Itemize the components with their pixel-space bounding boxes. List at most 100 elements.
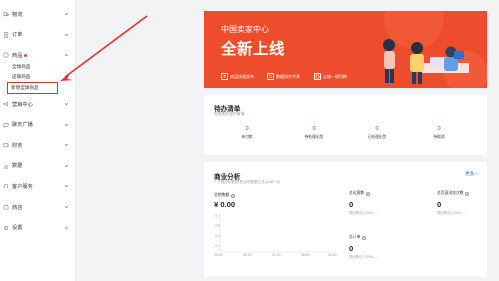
help-icon[interactable]: ? [365,191,370,196]
sidebar-item-finance[interactable]: 财务 [0,135,75,156]
store-switch-icon [314,73,321,80]
order-icon [3,32,9,38]
y-tick: 0.7 [215,214,220,218]
business-subtitle: > 下载分析数据 的实时数据汇总 (GMT+8) [214,180,281,184]
compare-dash: — [374,255,378,259]
orders-label: 总订单? [349,235,366,240]
chat-icon [3,122,9,128]
todo-card: 待办清单 您需要处理的事情 0 未付款 0 待处理出货 0 已处理出货 0 待取… [204,95,487,155]
compare-dash: — [374,211,378,215]
chevron-down-icon [64,225,69,230]
x-tick: 12:00 [272,253,281,257]
gear-icon [3,225,9,231]
x-tick: 18:00 [301,253,310,257]
sidebar-subitem-shop-products[interactable]: 店铺商品 [0,72,75,82]
y-tick: 0.1 [215,244,220,248]
chevron-down-icon [64,205,69,210]
orders-label-text: 总订单 [349,235,361,239]
wallet-icon [3,142,9,148]
todo-value: 0 [437,126,441,132]
upload-icon [221,73,228,80]
sales-label: 总销售额? [214,193,235,198]
chevron-down-icon [64,32,69,37]
sales-value: ¥ 0.00 [214,200,236,209]
todo-label: 已处理出货 [367,135,387,139]
notification-dot [24,53,28,57]
sidebar-item-settings[interactable]: 设置 [0,217,75,238]
chevron-down-icon [64,122,69,127]
sidebar-subitem-global-products[interactable]: 全球商品 [0,62,75,72]
todo-to-ship[interactable]: 0 待处理出货 [284,126,344,140]
sidebar-item-data[interactable]: 数据 [0,156,75,177]
todo-unpaid[interactable]: 0 未付款 [217,126,277,140]
sales-chart [219,214,336,253]
chevron-down-icon [64,184,69,189]
sidebar-item-label: 财务 [12,142,23,149]
todo-value: 0 [245,126,249,132]
sidebar-subitem-add-global-product[interactable]: 新增全球商品 [7,81,58,94]
chevron-down-icon [64,163,69,168]
sidebar-item-label: 聊天广播 [12,122,33,129]
sidebar-item-store[interactable]: 商店 [0,197,75,218]
promo-banner[interactable]: 中国卖家中心 全新上线 商品快速发布 数据同步共享 店铺一键切换 [204,11,487,88]
visitors-label-text: 总访客数 [349,191,365,195]
views-label: 总页面浏览次数? [437,191,470,196]
sidebar-item-label: 物流 [12,11,23,18]
sidebar-item-label: 订单 [12,32,23,39]
help-icon[interactable]: ? [465,191,470,196]
orders-compare: 同比昨日 0.00% — [349,254,377,259]
x-tick: 24:00 [328,253,337,257]
sidebar-item-label: 数据 [12,163,23,170]
todo-label: 待取消 [433,135,445,139]
more-link[interactable]: 更多 › [465,171,477,177]
compare-text: 同比昨日 0.00% [349,211,374,215]
views-value: 0 [437,200,442,209]
orders-value: 0 [349,244,354,253]
todo-subtitle: 您需要处理的事情 [214,112,245,116]
visitors-value: 0 [349,200,354,209]
feature-label: 数据同步共享 [276,73,300,79]
help-icon[interactable]: ? [361,235,366,240]
feature-label: 商品快速发布 [230,73,254,79]
feature-label: 店铺一键切换 [323,73,347,79]
box-icon [3,52,9,59]
sidebar-item-orders[interactable]: 订单 [0,25,75,46]
sidebar-item-chat-broadcast[interactable]: 聊天广播 [0,114,75,135]
sidebar-item-logistics[interactable]: 物流 [0,4,75,25]
todo-value: 0 [375,126,379,132]
sidebar-item-label: 商店 [12,204,23,211]
views-compare: 同比昨日 0.00% — [437,210,465,215]
compare-dash: — [462,211,466,215]
sidebar-item-marketing[interactable]: 营销中心 [0,94,75,115]
sync-icon [267,73,274,80]
banner-title: 全新上线 [221,41,286,58]
y-tick: 0.3 [215,234,220,238]
x-tick: 00:00 [214,253,223,257]
feature-data-sync: 数据同步共享 [267,73,300,80]
store-icon [3,204,9,210]
truck-icon [3,11,9,17]
megaphone-icon [3,101,9,107]
business-analysis-card: 商业分析 更多 › > 下载分析数据 的实时数据汇总 (GMT+8) 总销售额?… [204,162,487,277]
chevron-down-icon [64,102,69,107]
sidebar-item-customer-service[interactable]: 客户服务 [0,176,75,197]
feature-quick-publish: 商品快速发布 [221,73,254,80]
compare-text: 同比昨日 0.00% [349,255,374,259]
sidebar-item-label: 营销中心 [12,101,33,108]
todo-shipped[interactable]: 0 已处理出货 [347,126,407,140]
todo-label: 待处理出货 [304,135,324,139]
more-label: 更多 [464,171,475,176]
chevron-down-icon [64,143,69,148]
chevron-up-icon [64,53,69,58]
chevron-down-icon [64,12,69,17]
help-icon[interactable]: ? [230,193,235,198]
views-label-text: 总页面浏览次数 [437,191,464,195]
y-tick: 0.5 [215,224,220,228]
todo-to-cancel[interactable]: 0 待取消 [409,126,469,140]
chart-icon [3,163,9,169]
compare-text: 同比昨日 0.00% [437,211,462,215]
x-tick: 06:00 [243,253,252,257]
banner-subtitle: 中国卖家中心 [221,25,269,34]
visitors-label: 总访客数? [349,191,370,196]
feature-shop-switch: 店铺一键切换 [314,73,347,80]
